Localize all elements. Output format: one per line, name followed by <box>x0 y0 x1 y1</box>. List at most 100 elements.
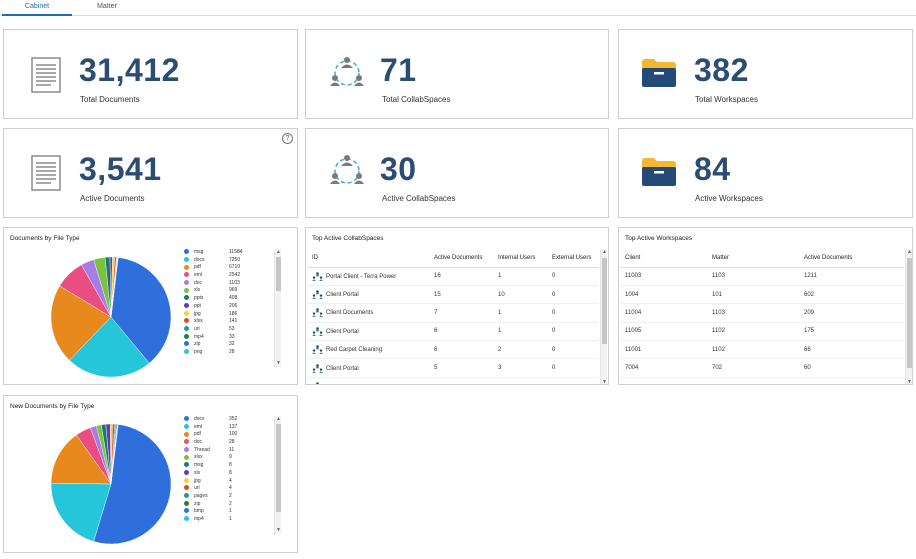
table-row[interactable]: Portal Client - Terra Power 16 1 0 <box>308 267 598 286</box>
column-header[interactable]: Client <box>621 249 708 268</box>
total-collabspaces-label: Total CollabSpaces <box>382 95 451 104</box>
legend-item[interactable]: url 53 <box>184 326 243 334</box>
legend-item[interactable]: jpg 186 <box>184 311 243 319</box>
table-row[interactable]: 11005 1102 175 <box>621 322 904 342</box>
legend-item[interactable]: Thread 11 <box>184 447 237 455</box>
legend-value: 8 <box>229 469 232 476</box>
legend-label: eml <box>194 423 203 430</box>
active-collabspaces-label: Active CollabSpaces <box>382 194 456 203</box>
help-icon[interactable]: ? <box>282 133 293 144</box>
legend-item[interactable]: doc 28 <box>184 439 237 447</box>
legend-label: url <box>194 325 200 332</box>
table-cell: 6 <box>430 340 494 360</box>
legend-item[interactable]: xlsx 9 <box>184 454 237 462</box>
table-row[interactable]: 11004 1103 209 <box>621 303 904 323</box>
table-cell: 1 <box>494 303 548 323</box>
legend-item[interactable]: pdf 100 <box>184 431 237 439</box>
table-row[interactable]: Red Carpet Cleaning 6 2 0 <box>308 340 598 360</box>
table-row[interactable]: Client Portal 6 1 0 <box>308 322 598 342</box>
table-row[interactable]: Client Portal 5 3 0 <box>308 358 598 378</box>
column-header[interactable]: Matter <box>708 249 800 268</box>
collabspace-link[interactable]: Client Documents <box>326 311 373 317</box>
table-scrollbar[interactable]: ▲ ▼ <box>600 249 608 384</box>
legend-item[interactable]: msg 8 <box>184 462 237 470</box>
table-row[interactable]: Client Documents 510 <box>308 377 598 385</box>
scroll-down-icon[interactable]: ▼ <box>275 360 282 367</box>
legend-value: 186 <box>229 310 238 317</box>
legend-swatch <box>184 295 189 301</box>
table-cell: 402 <box>708 377 800 384</box>
scroll-thumb[interactable] <box>276 257 281 291</box>
table-cell: 1211 <box>800 267 904 286</box>
legend-label: pdf <box>194 431 201 438</box>
column-header[interactable]: Internal Users <box>494 249 548 268</box>
table-row[interactable]: 11003 1103 1211 <box>621 267 904 286</box>
collabspace-link[interactable]: Portal Client - Terra Power <box>326 274 396 280</box>
scroll-down-icon[interactable]: ▼ <box>601 379 608 384</box>
legend-item[interactable]: ppt 206 <box>184 303 243 311</box>
scroll-up-icon[interactable]: ▲ <box>601 249 608 256</box>
scroll-up-icon[interactable]: ▲ <box>906 249 912 256</box>
table-cell: 10 <box>494 285 548 305</box>
tab-matter[interactable]: Matter <box>72 0 142 16</box>
table-row[interactable]: 400140254 <box>621 377 904 384</box>
table-row[interactable]: Client Documents 7 1 0 <box>308 303 598 323</box>
collabspace-link[interactable]: Red Carpet Cleaning <box>326 347 382 353</box>
legend-item[interactable]: png 28 <box>184 349 243 357</box>
table-cell: 0 <box>548 303 598 323</box>
table-cell: 11003 <box>621 267 708 286</box>
table-scrollbar[interactable]: ▲ ▼ <box>905 249 912 384</box>
legend-value: 53 <box>229 325 235 332</box>
column-header[interactable]: External Users <box>548 249 598 268</box>
folder-icon <box>642 158 676 186</box>
scroll-up-icon[interactable]: ▲ <box>275 249 282 256</box>
collabspace-icon <box>312 308 323 318</box>
collabspace-link[interactable]: Client Portal <box>326 292 359 298</box>
legend-item[interactable]: pages 2 <box>184 493 237 501</box>
scroll-up-icon[interactable]: ▲ <box>275 416 282 423</box>
table-row[interactable]: Client Portal 15 10 0 <box>308 285 598 305</box>
legend-value: 33 <box>229 333 235 340</box>
legend-item[interactable]: eml 137 <box>184 424 237 432</box>
tab-cabinet[interactable]: Cabinet <box>2 0 72 16</box>
legend-item[interactable]: eml 2542 <box>184 272 243 280</box>
legend-item[interactable]: jpg 4 <box>184 478 237 486</box>
legend-item[interactable]: mp4 33 <box>184 334 243 342</box>
legend-item[interactable]: xls 969 <box>184 287 243 295</box>
legend-item[interactable]: pdf 6710 <box>184 264 243 272</box>
table-row[interactable]: 11001 1102 66 <box>621 340 904 360</box>
legend-label: jpg <box>194 310 201 317</box>
legend-scrollbar[interactable]: ▲ ▼ <box>274 416 281 534</box>
legend-item[interactable]: msg 11584 <box>184 249 243 257</box>
legend-value: 352 <box>229 416 238 422</box>
legend-item[interactable]: bmp 1 <box>184 508 237 516</box>
legend-item[interactable]: url 4 <box>184 485 237 493</box>
legend-item[interactable]: mp4 1 <box>184 516 237 524</box>
legend-item[interactable]: docx 352 <box>184 416 237 424</box>
column-header[interactable]: Active Documents <box>800 249 904 268</box>
column-header[interactable]: Active Documents <box>430 249 494 268</box>
column-header[interactable]: ID <box>308 249 430 268</box>
scroll-down-icon[interactable]: ▼ <box>906 379 912 384</box>
legend-value: 1 <box>229 508 232 515</box>
active-documents-card: 3,541 Active Documents ? <box>3 128 298 218</box>
legend-scrollbar[interactable]: ▲ ▼ <box>274 249 281 367</box>
legend-item[interactable]: docx 7250 <box>184 257 243 265</box>
total-documents-label: Total Documents <box>80 95 140 104</box>
scroll-thumb[interactable] <box>907 258 912 368</box>
table-cell: Red Carpet Cleaning <box>308 340 430 360</box>
legend-item[interactable]: zip 32 <box>184 341 243 349</box>
scroll-thumb[interactable] <box>276 424 281 512</box>
scroll-thumb[interactable] <box>602 258 607 344</box>
table-row[interactable]: 7004 702 60 <box>621 358 904 378</box>
legend-item[interactable]: xls 8 <box>184 470 237 478</box>
legend-item[interactable]: xlsx 141 <box>184 318 243 326</box>
scroll-down-icon[interactable]: ▼ <box>275 527 282 534</box>
collabspace-link[interactable]: Client Portal <box>326 366 359 372</box>
legend-item[interactable]: pptx 408 <box>184 295 243 303</box>
table-row[interactable]: 1004 101 602 <box>621 285 904 305</box>
legend-item[interactable]: zip 2 <box>184 501 237 509</box>
collabspace-link[interactable]: Client Portal <box>326 329 359 335</box>
collabspace-link[interactable]: Client Documents <box>326 384 373 385</box>
legend-item[interactable]: doc 1103 <box>184 280 243 288</box>
